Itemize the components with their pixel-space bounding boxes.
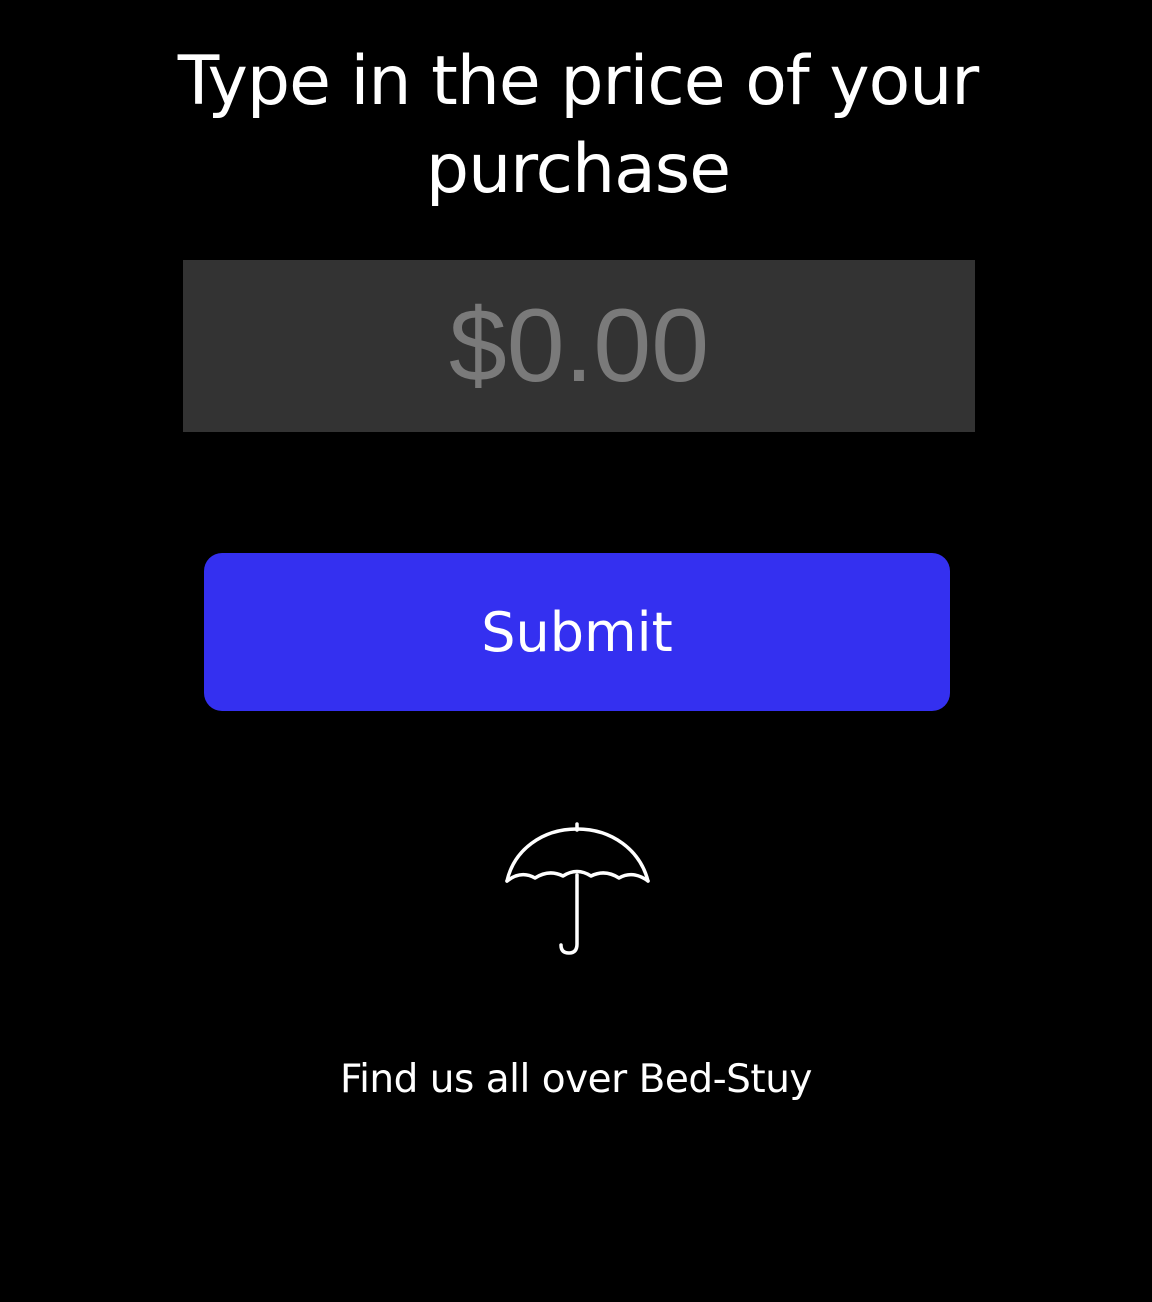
price-entry-screen: Type in the price of your purchase Submi… — [0, 0, 1152, 1302]
footer-tagline: Find us all over Bed-Stuy — [340, 1057, 813, 1102]
price-input[interactable] — [183, 260, 975, 432]
page-title: Type in the price of your purchase — [177, 42, 980, 209]
submit-button[interactable]: Submit — [204, 553, 950, 711]
umbrella-icon — [505, 822, 650, 955]
